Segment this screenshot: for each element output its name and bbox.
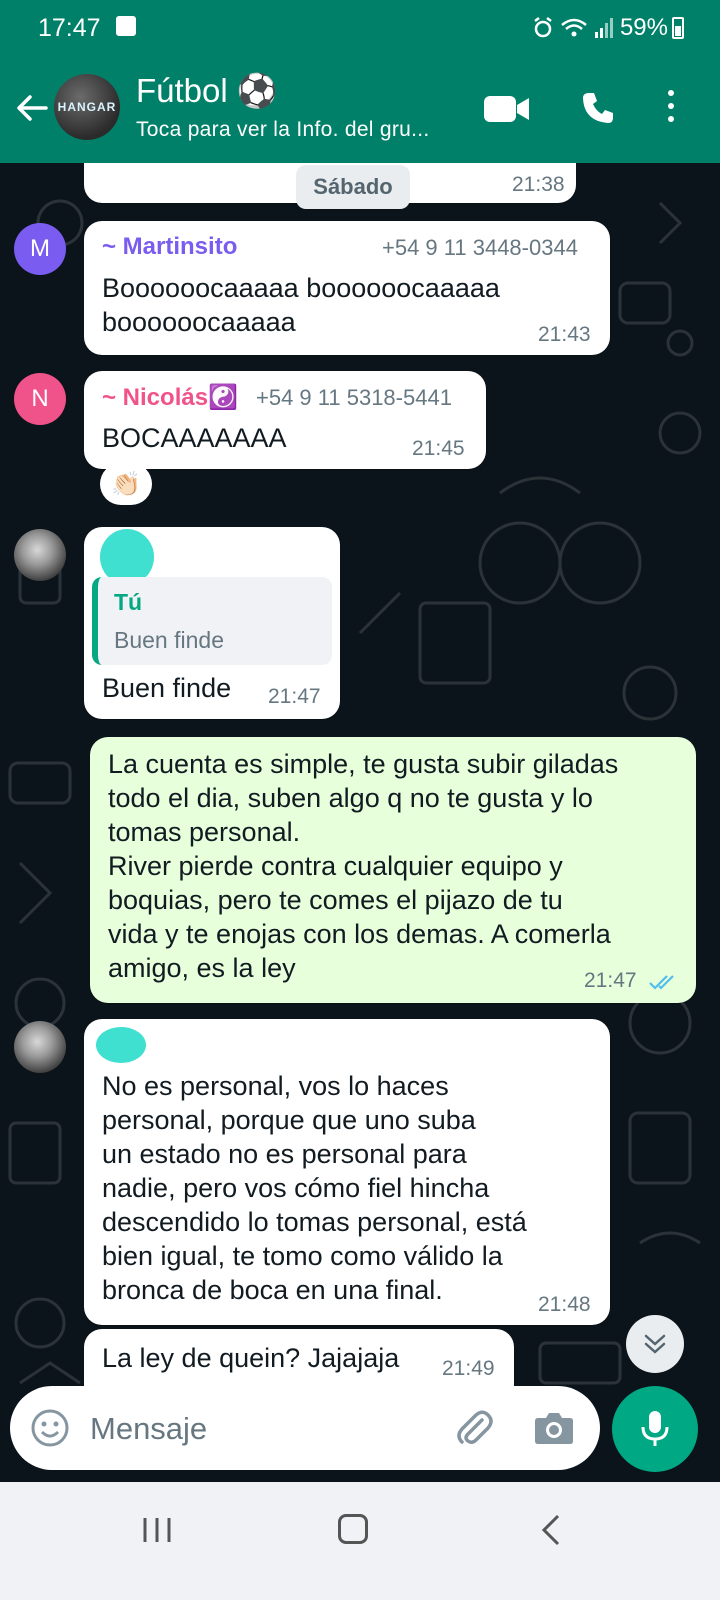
message-text: Buen finde xyxy=(102,673,232,703)
sender-avatar[interactable] xyxy=(14,529,66,581)
message-text: La cuenta es simple, te gusta subir gila… xyxy=(108,747,618,985)
message-time: 21:38 xyxy=(512,173,565,196)
message-text: La ley de quein? Jajajaja xyxy=(102,1343,400,1373)
status-time: 17:47 xyxy=(38,14,101,42)
sender-phone: +54 9 11 3448-0344 xyxy=(382,235,578,260)
message-time: 21:47 xyxy=(268,685,321,708)
emoji-icon[interactable] xyxy=(30,1408,70,1448)
message-line: personal, porque que uno suba xyxy=(102,1105,476,1135)
recent-apps-icon[interactable] xyxy=(142,1516,172,1544)
message-line: boquias, pero te comes el pijazo de tu xyxy=(108,885,563,915)
quoted-author: Tú xyxy=(114,589,143,615)
mic-button[interactable] xyxy=(612,1386,698,1472)
message-line: bronca de boca en una final. xyxy=(102,1275,443,1305)
sender-avatar[interactable]: N xyxy=(14,373,66,425)
message-input[interactable] xyxy=(88,1408,432,1450)
avatar-letter: N xyxy=(31,385,49,412)
message-bubble-outgoing[interactable]: La cuenta es simple, te gusta subir gila… xyxy=(90,737,696,1003)
message-line: tomas personal. xyxy=(108,817,301,847)
phone-icon[interactable] xyxy=(580,90,616,126)
message-line: vida y te enojas con los demas. A comerl… xyxy=(108,919,611,949)
message-time: 21:48 xyxy=(538,1293,591,1316)
quoted-text: Buen finde xyxy=(114,627,224,653)
redacted-name xyxy=(96,1027,146,1063)
message-line: descendido lo tomas personal, está xyxy=(102,1207,527,1237)
avatar-letter: M xyxy=(30,235,50,262)
message-line: un estado no es personal para xyxy=(102,1139,467,1169)
message-bubble[interactable]: Tú Buen finde Buen finde 21:47 xyxy=(84,527,340,719)
message-line: bien igual, te tomo como válido la xyxy=(102,1241,503,1271)
system-nav-bar xyxy=(0,1482,720,1600)
scroll-down-icon xyxy=(644,1334,666,1354)
message-bubble[interactable]: ~ Nicolás☯️ +54 9 11 5318-5441 BOCAAAAAA… xyxy=(84,371,486,469)
message-line: nadie, pero vos cómo fiel hincha xyxy=(102,1173,490,1203)
wifi-icon xyxy=(561,18,587,37)
message-line: todo el dia, suben algo q no te gusta y … xyxy=(108,783,593,813)
scroll-down-button[interactable] xyxy=(626,1315,684,1373)
message-line: River pierde contra cualquier equipo y xyxy=(108,851,563,881)
group-avatar-text: HANGAR xyxy=(57,100,117,114)
attach-icon[interactable] xyxy=(452,1406,496,1450)
camera-icon[interactable] xyxy=(534,1410,574,1446)
message-line: No es personal, vos lo haces xyxy=(102,1071,449,1101)
message-time: 21:43 xyxy=(538,323,591,346)
battery-icon xyxy=(672,17,684,39)
sender-avatar[interactable] xyxy=(14,1021,66,1073)
message-time: 21:45 xyxy=(412,437,465,460)
message-bubble[interactable]: ~ Martinsito +54 9 11 3448-0344 Booooooc… xyxy=(84,221,610,355)
message-line: amigo, es la ley xyxy=(108,953,296,983)
chat-header: HANGAR Fútbol ⚽ Toca para ver la Info. d… xyxy=(0,54,720,163)
gallery-notification-icon xyxy=(116,16,136,36)
sender-avatar[interactable]: M xyxy=(14,223,66,275)
back-arrow-icon[interactable] xyxy=(14,90,50,126)
message-line: Boooooocaaaaa boooooocaaaaa xyxy=(102,273,500,303)
status-bar: 17:47 59% xyxy=(0,0,720,54)
sender-name[interactable]: ~ Martinsito xyxy=(102,233,237,261)
quoted-message[interactable]: Tú Buen finde xyxy=(92,577,332,665)
group-title[interactable]: Fútbol ⚽ xyxy=(136,72,278,111)
message-bubble[interactable]: No es personal, vos lo haces personal, p… xyxy=(84,1019,610,1325)
nav-back-icon[interactable] xyxy=(540,1514,562,1546)
message-text: No es personal, vos lo haces personal, p… xyxy=(102,1069,527,1307)
more-options-icon[interactable] xyxy=(666,90,676,126)
message-time: 21:49 xyxy=(442,1357,495,1380)
message-text: Boooooocaaaaa boooooocaaaaa boooooocaaaa… xyxy=(102,271,500,339)
sender-name[interactable]: ~ Nicolás☯️ xyxy=(102,383,238,412)
chat-area[interactable]: 21:38 Sábado M ~ Martinsito +54 9 11 344… xyxy=(0,163,720,1410)
status-right: 59% xyxy=(532,14,668,42)
date-divider: Sábado xyxy=(296,165,410,209)
message-line: boooooocaaaaa xyxy=(102,307,296,337)
compose-bar xyxy=(0,1386,720,1482)
message-text: BOCAAAAAAA xyxy=(102,423,287,453)
group-avatar[interactable]: HANGAR xyxy=(54,74,120,140)
mic-icon xyxy=(641,1411,669,1446)
message-line: La cuenta es simple, te gusta subir gila… xyxy=(108,749,619,779)
alarm-icon xyxy=(534,17,552,38)
video-call-icon[interactable] xyxy=(484,94,530,124)
battery-percent: 59% xyxy=(619,14,668,41)
home-icon[interactable] xyxy=(338,1514,368,1544)
group-subtitle[interactable]: Toca para ver la Info. del gru... xyxy=(136,118,430,142)
signal-icon xyxy=(594,18,613,38)
message-input-container[interactable] xyxy=(10,1386,600,1470)
message-time: 21:47 xyxy=(584,969,637,992)
sender-phone: +54 9 11 5318-5441 xyxy=(256,385,452,410)
double-check-icon xyxy=(649,975,674,990)
reaction-badge[interactable]: 👏🏻 xyxy=(100,463,152,505)
